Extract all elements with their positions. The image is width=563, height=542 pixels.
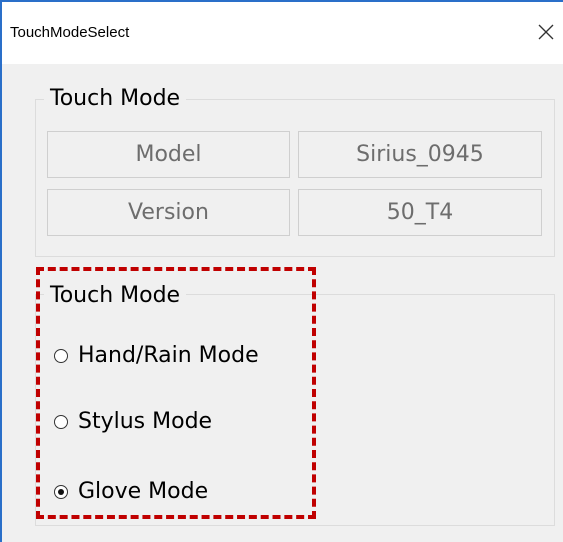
version-label: Version (47, 189, 290, 236)
radio-button[interactable] (54, 414, 68, 429)
model-value: Sirius_0945 (298, 131, 542, 178)
radio-hand-rain-mode[interactable]: Hand/Rain Mode (54, 343, 259, 368)
info-group-legend: Touch Mode (44, 86, 187, 111)
radio-stylus-mode[interactable]: Stylus Mode (54, 409, 212, 434)
radio-selected-dot (58, 488, 64, 495)
title-bar: TouchModeSelect (2, 2, 563, 64)
window-title: TouchModeSelect (10, 24, 130, 41)
version-value: 50_T4 (298, 189, 542, 236)
radio-button[interactable] (54, 348, 68, 363)
close-icon (538, 24, 554, 40)
model-label: Model (47, 131, 290, 178)
touch-mode-select-window: TouchModeSelect Touch Mode Model Sirius_… (0, 0, 563, 542)
radio-button[interactable] (54, 484, 68, 499)
radio-label: Stylus Mode (78, 409, 213, 434)
radio-glove-mode[interactable]: Glove Mode (54, 479, 208, 504)
radio-label: Glove Mode (78, 479, 209, 504)
radio-label: Hand/Rain Mode (78, 343, 259, 368)
mode-group-legend: Touch Mode (44, 283, 187, 308)
close-button[interactable] (529, 12, 563, 52)
